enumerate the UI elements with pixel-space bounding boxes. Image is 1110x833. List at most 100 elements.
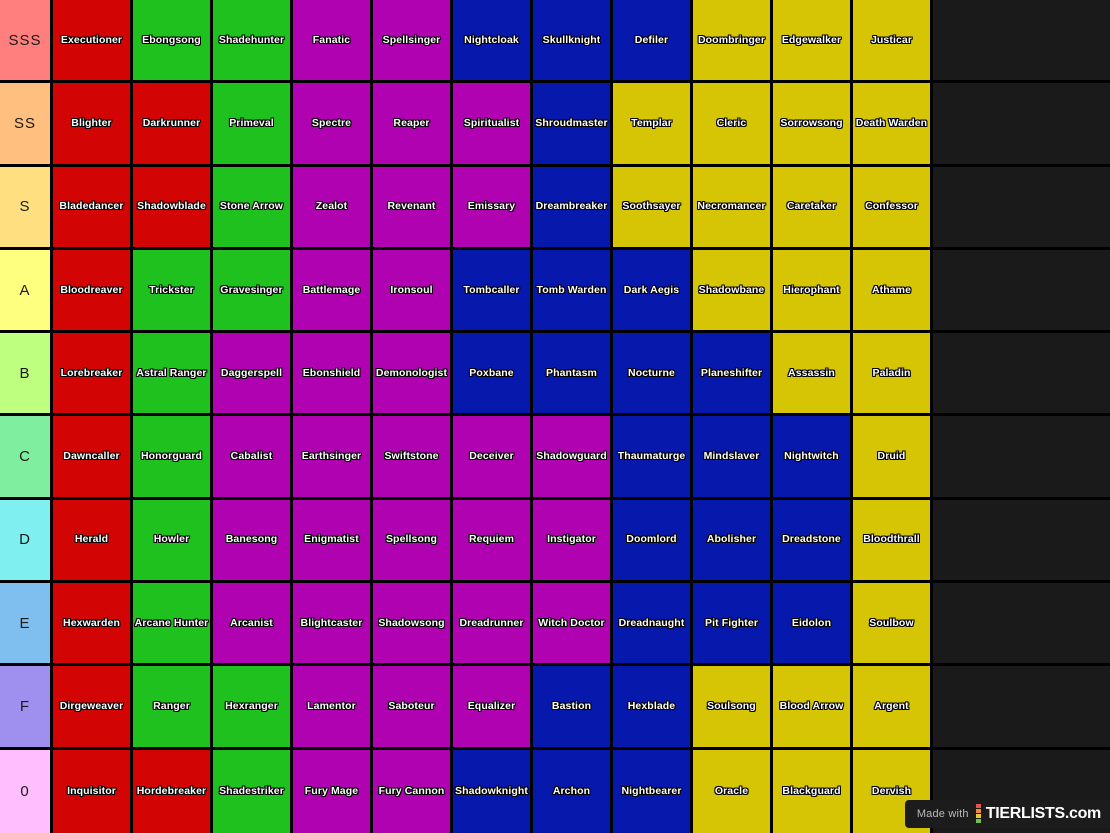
tier-item[interactable]: Phantasm bbox=[533, 333, 613, 414]
tier-label-c[interactable]: C bbox=[0, 416, 53, 497]
tier-item[interactable]: Abolisher bbox=[693, 499, 773, 581]
tier-item[interactable]: Dreadrunner bbox=[453, 583, 533, 664]
tier-item[interactable]: Darkrunner bbox=[133, 83, 213, 164]
tier-item[interactable]: Requiem bbox=[453, 499, 533, 581]
tier-item[interactable]: Nocturne bbox=[613, 333, 693, 414]
tier-item[interactable]: Spectre bbox=[293, 83, 373, 164]
tier-item[interactable]: Cleric bbox=[693, 83, 773, 164]
tier-item[interactable]: Sorrowsong bbox=[773, 83, 853, 164]
tier-item[interactable]: Spiritualist bbox=[453, 83, 533, 164]
tier-item[interactable]: Blackguard bbox=[773, 749, 853, 833]
tier-item[interactable]: Ebonshield bbox=[293, 333, 373, 414]
tier-item[interactable]: Edgewalker bbox=[773, 0, 853, 81]
tier-item[interactable]: Witch Doctor bbox=[533, 583, 613, 664]
tier-item[interactable]: Primeval bbox=[213, 83, 293, 164]
tier-item[interactable]: Inquisitor bbox=[53, 749, 133, 833]
tier-item[interactable]: Shadowbane bbox=[693, 249, 773, 331]
tier-item[interactable]: Dreambreaker bbox=[533, 166, 613, 247]
tier-item[interactable]: Herald bbox=[53, 499, 133, 581]
tier-item[interactable]: Pit Fighter bbox=[693, 583, 773, 664]
tier-item[interactable]: Hexranger bbox=[213, 666, 293, 747]
tier-item[interactable]: Enigmatist bbox=[293, 499, 373, 581]
tier-item[interactable]: Arcane Hunter bbox=[133, 583, 213, 664]
tier-item[interactable]: Cabalist bbox=[213, 416, 293, 497]
tier-item[interactable]: Ebongsong bbox=[133, 0, 213, 81]
tier-item[interactable]: Templar bbox=[613, 83, 693, 164]
tier-item[interactable]: Shadowsong bbox=[373, 583, 453, 664]
tier-item[interactable]: Swiftstone bbox=[373, 416, 453, 497]
tier-label-a[interactable]: A bbox=[0, 249, 53, 331]
tier-empty-space[interactable] bbox=[933, 583, 1110, 664]
tier-item[interactable]: Oracle bbox=[693, 749, 773, 833]
tier-item[interactable]: Assassin bbox=[773, 333, 853, 414]
tier-item[interactable]: Hierophant bbox=[773, 249, 853, 331]
tier-item[interactable]: Shadowguard bbox=[533, 416, 613, 497]
tier-label-e[interactable]: E bbox=[0, 583, 53, 664]
tier-item[interactable]: Trickster bbox=[133, 249, 213, 331]
tier-item[interactable]: Lorebreaker bbox=[53, 333, 133, 414]
tier-item[interactable]: Hexwarden bbox=[53, 583, 133, 664]
tier-item[interactable]: Doombringer bbox=[693, 0, 773, 81]
tier-item[interactable]: Equalizer bbox=[453, 666, 533, 747]
tier-item[interactable]: Nightcloak bbox=[453, 0, 533, 81]
tier-item[interactable]: Tombcaller bbox=[453, 249, 533, 331]
tier-item[interactable]: Spellsinger bbox=[373, 0, 453, 81]
tier-item[interactable]: Executioner bbox=[53, 0, 133, 81]
tier-item[interactable]: Thaumaturge bbox=[613, 416, 693, 497]
tier-label-ss[interactable]: SS bbox=[0, 83, 53, 164]
tier-label-d[interactable]: D bbox=[0, 499, 53, 581]
tier-item[interactable]: Shadehunter bbox=[213, 0, 293, 81]
tier-item[interactable]: Deceiver bbox=[453, 416, 533, 497]
tier-item[interactable]: Arcanist bbox=[213, 583, 293, 664]
tier-item[interactable]: Dreadstone bbox=[773, 499, 853, 581]
tier-empty-space[interactable] bbox=[933, 666, 1110, 747]
tier-item[interactable]: Necromancer bbox=[693, 166, 773, 247]
tier-empty-space[interactable] bbox=[933, 0, 1110, 81]
tier-item[interactable]: Doomlord bbox=[613, 499, 693, 581]
tier-empty-space[interactable] bbox=[933, 83, 1110, 164]
tier-item[interactable]: Defiler bbox=[613, 0, 693, 81]
tier-item[interactable]: Dawncaller bbox=[53, 416, 133, 497]
tier-item[interactable]: Blood Arrow bbox=[773, 666, 853, 747]
tier-item[interactable]: Shadowknight bbox=[453, 749, 533, 833]
tier-item[interactable]: Ironsoul bbox=[373, 249, 453, 331]
tier-item[interactable]: Argent bbox=[853, 666, 933, 747]
tier-item[interactable]: Soulsong bbox=[693, 666, 773, 747]
tier-item[interactable]: Athame bbox=[853, 249, 933, 331]
tier-item[interactable]: Soothsayer bbox=[613, 166, 693, 247]
tier-empty-space[interactable] bbox=[933, 249, 1110, 331]
tier-item[interactable]: Astral Ranger bbox=[133, 333, 213, 414]
tier-item[interactable]: Druid bbox=[853, 416, 933, 497]
tier-item[interactable]: Gravesinger bbox=[213, 249, 293, 331]
tier-item[interactable]: Skullknight bbox=[533, 0, 613, 81]
tier-item[interactable]: Mindslaver bbox=[693, 416, 773, 497]
tier-item[interactable]: Death Warden bbox=[853, 83, 933, 164]
tier-item[interactable]: Fury Cannon bbox=[373, 749, 453, 833]
tier-empty-space[interactable] bbox=[933, 333, 1110, 414]
tier-item[interactable]: Battlemage bbox=[293, 249, 373, 331]
tier-item[interactable]: Spellsong bbox=[373, 499, 453, 581]
tier-item[interactable]: Dreadnaught bbox=[613, 583, 693, 664]
tier-item[interactable]: Nightbearer bbox=[613, 749, 693, 833]
tier-item[interactable]: Reaper bbox=[373, 83, 453, 164]
tier-empty-space[interactable] bbox=[933, 416, 1110, 497]
tier-label-0[interactable]: 0 bbox=[0, 749, 53, 833]
tier-item[interactable]: Banesong bbox=[213, 499, 293, 581]
tier-item[interactable]: Blightcaster bbox=[293, 583, 373, 664]
tier-item[interactable]: Ranger bbox=[133, 666, 213, 747]
tier-item[interactable]: Earthsinger bbox=[293, 416, 373, 497]
tier-item[interactable]: Shadestriker bbox=[213, 749, 293, 833]
tier-item[interactable]: Bloodthrall bbox=[853, 499, 933, 581]
tier-item[interactable]: Archon bbox=[533, 749, 613, 833]
tier-item[interactable]: Confessor bbox=[853, 166, 933, 247]
tier-item[interactable]: Emissary bbox=[453, 166, 533, 247]
tier-item[interactable]: Dirgeweaver bbox=[53, 666, 133, 747]
tier-item[interactable]: Saboteur bbox=[373, 666, 453, 747]
tier-label-s[interactable]: S bbox=[0, 166, 53, 247]
tier-item[interactable]: Shadowblade bbox=[133, 166, 213, 247]
tier-item[interactable]: Instigator bbox=[533, 499, 613, 581]
tier-empty-space[interactable] bbox=[933, 499, 1110, 581]
tier-item[interactable]: Tomb Warden bbox=[533, 249, 613, 331]
tier-item[interactable]: Hordebreaker bbox=[133, 749, 213, 833]
tier-item[interactable]: Fanatic bbox=[293, 0, 373, 81]
